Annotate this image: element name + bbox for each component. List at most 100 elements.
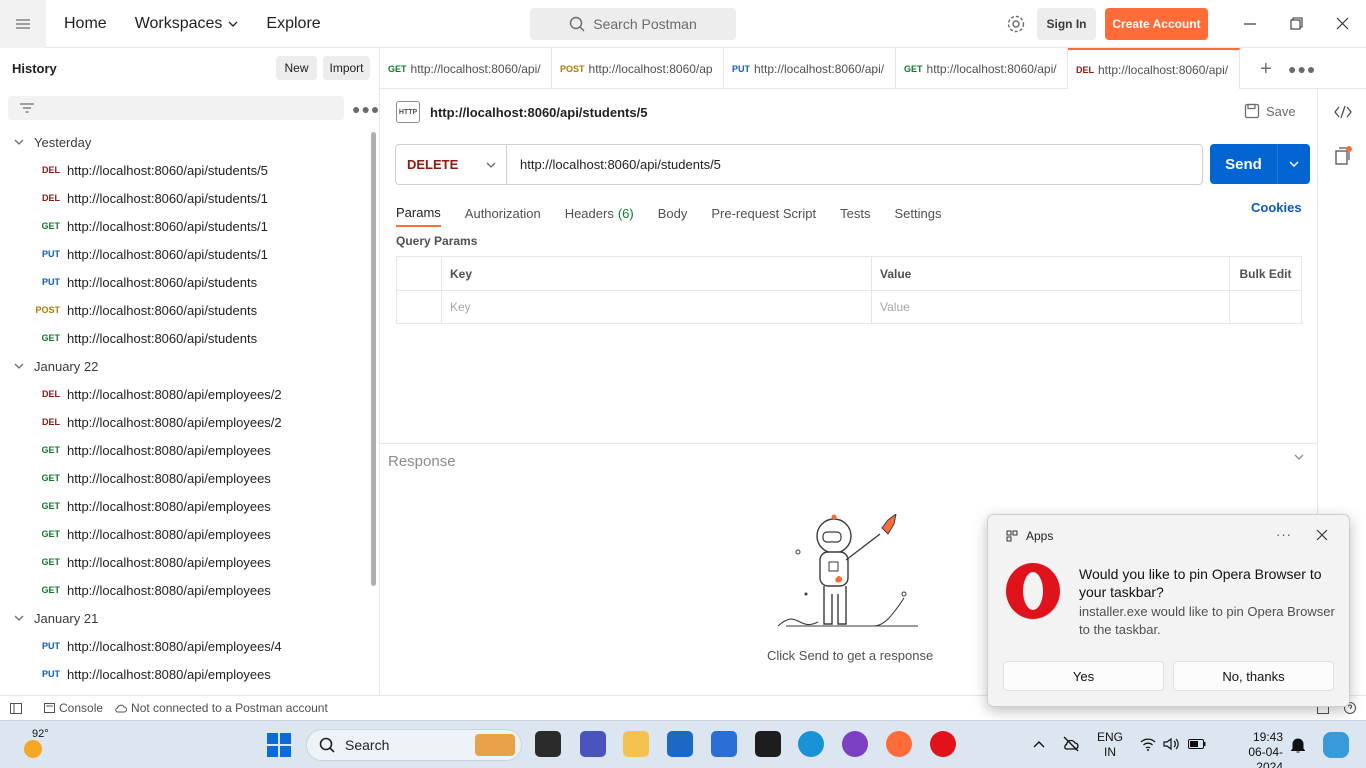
- close-icon[interactable]: [1336, 17, 1349, 30]
- windows-start-icon[interactable]: [267, 733, 291, 757]
- notification-more-icon[interactable]: ···: [1276, 527, 1292, 542]
- notification-close-icon[interactable]: [1316, 529, 1328, 541]
- history-item[interactable]: GET http://localhost:8080/api/employees: [0, 548, 370, 576]
- dropbox-icon[interactable]: [755, 731, 781, 757]
- history-item[interactable]: PUT http://localhost:8080/api/employees: [0, 660, 370, 688]
- edge-icon[interactable]: [798, 731, 824, 757]
- history-item[interactable]: GET http://localhost:8080/api/employees: [0, 436, 370, 464]
- settings-gear-icon[interactable]: [1006, 14, 1026, 34]
- history-item[interactable]: GET http://localhost:8080/api/employees: [0, 576, 370, 604]
- sync-off-icon[interactable]: [1062, 736, 1080, 752]
- battery-icon[interactable]: [1188, 739, 1206, 749]
- chevron-up-icon[interactable]: [1033, 740, 1045, 748]
- more-options-icon[interactable]: ●●●: [352, 101, 380, 117]
- url-input[interactable]: http://localhost:8060/api/students/5: [507, 157, 721, 172]
- nav-explore[interactable]: Explore: [256, 15, 330, 33]
- opera-icon[interactable]: [930, 731, 956, 757]
- save-button[interactable]: Save: [1244, 103, 1296, 119]
- clock[interactable]: 19:43 06-04-2024: [1229, 730, 1283, 768]
- minimize-icon[interactable]: [1244, 23, 1256, 25]
- yes-button[interactable]: Yes: [1003, 661, 1164, 691]
- history-group[interactable]: January 21: [0, 604, 370, 632]
- filter-input[interactable]: [8, 96, 344, 120]
- language-indicator[interactable]: ENG IN: [1097, 730, 1123, 760]
- no-thanks-button[interactable]: No, thanks: [1173, 661, 1334, 691]
- send-options-button[interactable]: [1278, 161, 1310, 167]
- notification-bell-icon[interactable]: [1291, 737, 1305, 753]
- console-icon[interactable]: [44, 703, 55, 713]
- taskbar-search[interactable]: Search: [306, 729, 522, 761]
- history-item[interactable]: PUT http://localhost:8060/api/students: [0, 268, 370, 296]
- file-explorer-icon[interactable]: [623, 731, 649, 757]
- create-account-button[interactable]: Create Account: [1105, 8, 1208, 40]
- nav-home[interactable]: Home: [54, 15, 117, 33]
- tab-pre-request-script[interactable]: Pre-request Script: [711, 199, 816, 227]
- http-icon: HTTP: [396, 101, 420, 123]
- chevron-down-icon[interactable]: [1294, 454, 1304, 460]
- value-input[interactable]: Value: [872, 291, 1230, 323]
- wifi-icon[interactable]: [1140, 738, 1156, 751]
- sidebar-toggle-icon[interactable]: [10, 702, 22, 714]
- postman-icon[interactable]: [886, 731, 912, 757]
- tab-authorization[interactable]: Authorization: [465, 199, 541, 227]
- tab-headers[interactable]: Headers (6): [565, 199, 634, 227]
- tab-settings[interactable]: Settings: [894, 199, 941, 227]
- history-item[interactable]: GET http://localhost:8080/api/employees: [0, 492, 370, 520]
- restore-icon[interactable]: [1290, 17, 1303, 30]
- vpn-app-icon[interactable]: [842, 731, 868, 757]
- key-input[interactable]: Key: [442, 291, 872, 323]
- copilot-icon[interactable]: [1323, 732, 1349, 758]
- opera-logo-icon: [1006, 563, 1060, 619]
- history-item[interactable]: DEL http://localhost:8060/api/students/5: [0, 156, 370, 184]
- history-item[interactable]: PUT http://localhost:8060/api/students/1: [0, 240, 370, 268]
- history-item-url: http://localhost:8060/api/students: [67, 330, 258, 346]
- mail-icon[interactable]: [711, 731, 737, 757]
- myhp-icon[interactable]: [667, 731, 693, 757]
- history-item[interactable]: POST http://localhost:8060/api/students: [0, 296, 370, 324]
- nav-workspaces[interactable]: Workspaces: [125, 15, 249, 33]
- history-item[interactable]: DEL http://localhost:8060/api/students/1: [0, 184, 370, 212]
- bulk-edit-button[interactable]: Bulk Edit: [1230, 257, 1301, 290]
- history-item-url: http://localhost:8080/api/employees: [67, 470, 271, 486]
- nav-explore-label: Explore: [266, 14, 321, 32]
- import-button[interactable]: Import: [323, 56, 370, 80]
- new-button[interactable]: New: [276, 56, 317, 80]
- request-title-text[interactable]: http://localhost:8060/api/students/5: [430, 105, 647, 120]
- history-item[interactable]: GET http://localhost:8080/api/employees: [0, 464, 370, 492]
- chevron-down-icon: [14, 615, 24, 621]
- request-tab-url: http://localhost:8060/ap: [588, 61, 713, 76]
- history-item[interactable]: PUT http://localhost:8080/api/employees/4: [0, 632, 370, 660]
- history-item[interactable]: DEL http://localhost:8080/api/employees/2: [0, 380, 370, 408]
- tab-body[interactable]: Body: [658, 199, 688, 227]
- request-tab[interactable]: GET http://localhost:8060/api/: [896, 48, 1068, 89]
- console-label[interactable]: Console: [59, 701, 103, 715]
- request-tab[interactable]: GET http://localhost:8060/api/: [380, 48, 552, 89]
- request-tab[interactable]: DEL http://localhost:8060/api/: [1068, 48, 1240, 89]
- search-placeholder: Search Postman: [593, 16, 697, 32]
- documentation-icon[interactable]: [1334, 145, 1352, 165]
- history-group[interactable]: Yesterday: [0, 128, 370, 156]
- request-tab[interactable]: POST http://localhost:8060/ap: [552, 48, 724, 89]
- new-tab-plus-icon[interactable]: +: [1260, 58, 1272, 81]
- sidebar-scrollbar[interactable]: [371, 132, 376, 586]
- tabs-more-icon[interactable]: ●●●: [1288, 61, 1316, 77]
- code-snippet-icon[interactable]: [1334, 105, 1352, 119]
- history-group[interactable]: January 22: [0, 352, 370, 380]
- method-select[interactable]: DELETE: [396, 145, 507, 184]
- send-button[interactable]: Send: [1210, 144, 1310, 184]
- menu-button[interactable]: [0, 0, 46, 48]
- history-item[interactable]: DEL http://localhost:8080/api/employees/2: [0, 408, 370, 436]
- tab-tests[interactable]: Tests: [840, 199, 870, 227]
- request-tab[interactable]: PUT http://localhost:8060/api/: [724, 48, 896, 89]
- cookies-link[interactable]: Cookies: [1251, 200, 1302, 215]
- teams-icon[interactable]: [580, 731, 606, 757]
- search-postman[interactable]: Search Postman: [530, 8, 736, 40]
- history-item[interactable]: GET http://localhost:8060/api/students/1: [0, 212, 370, 240]
- volume-icon[interactable]: [1163, 737, 1179, 751]
- task-view-icon[interactable]: [535, 731, 561, 757]
- history-item[interactable]: GET http://localhost:8080/api/employees: [0, 520, 370, 548]
- history-item[interactable]: GET http://localhost:8060/api/students: [0, 324, 370, 352]
- history-group-label: January 22: [34, 358, 99, 374]
- tab-params[interactable]: Params: [396, 199, 441, 227]
- sign-in-button[interactable]: Sign In: [1037, 8, 1096, 40]
